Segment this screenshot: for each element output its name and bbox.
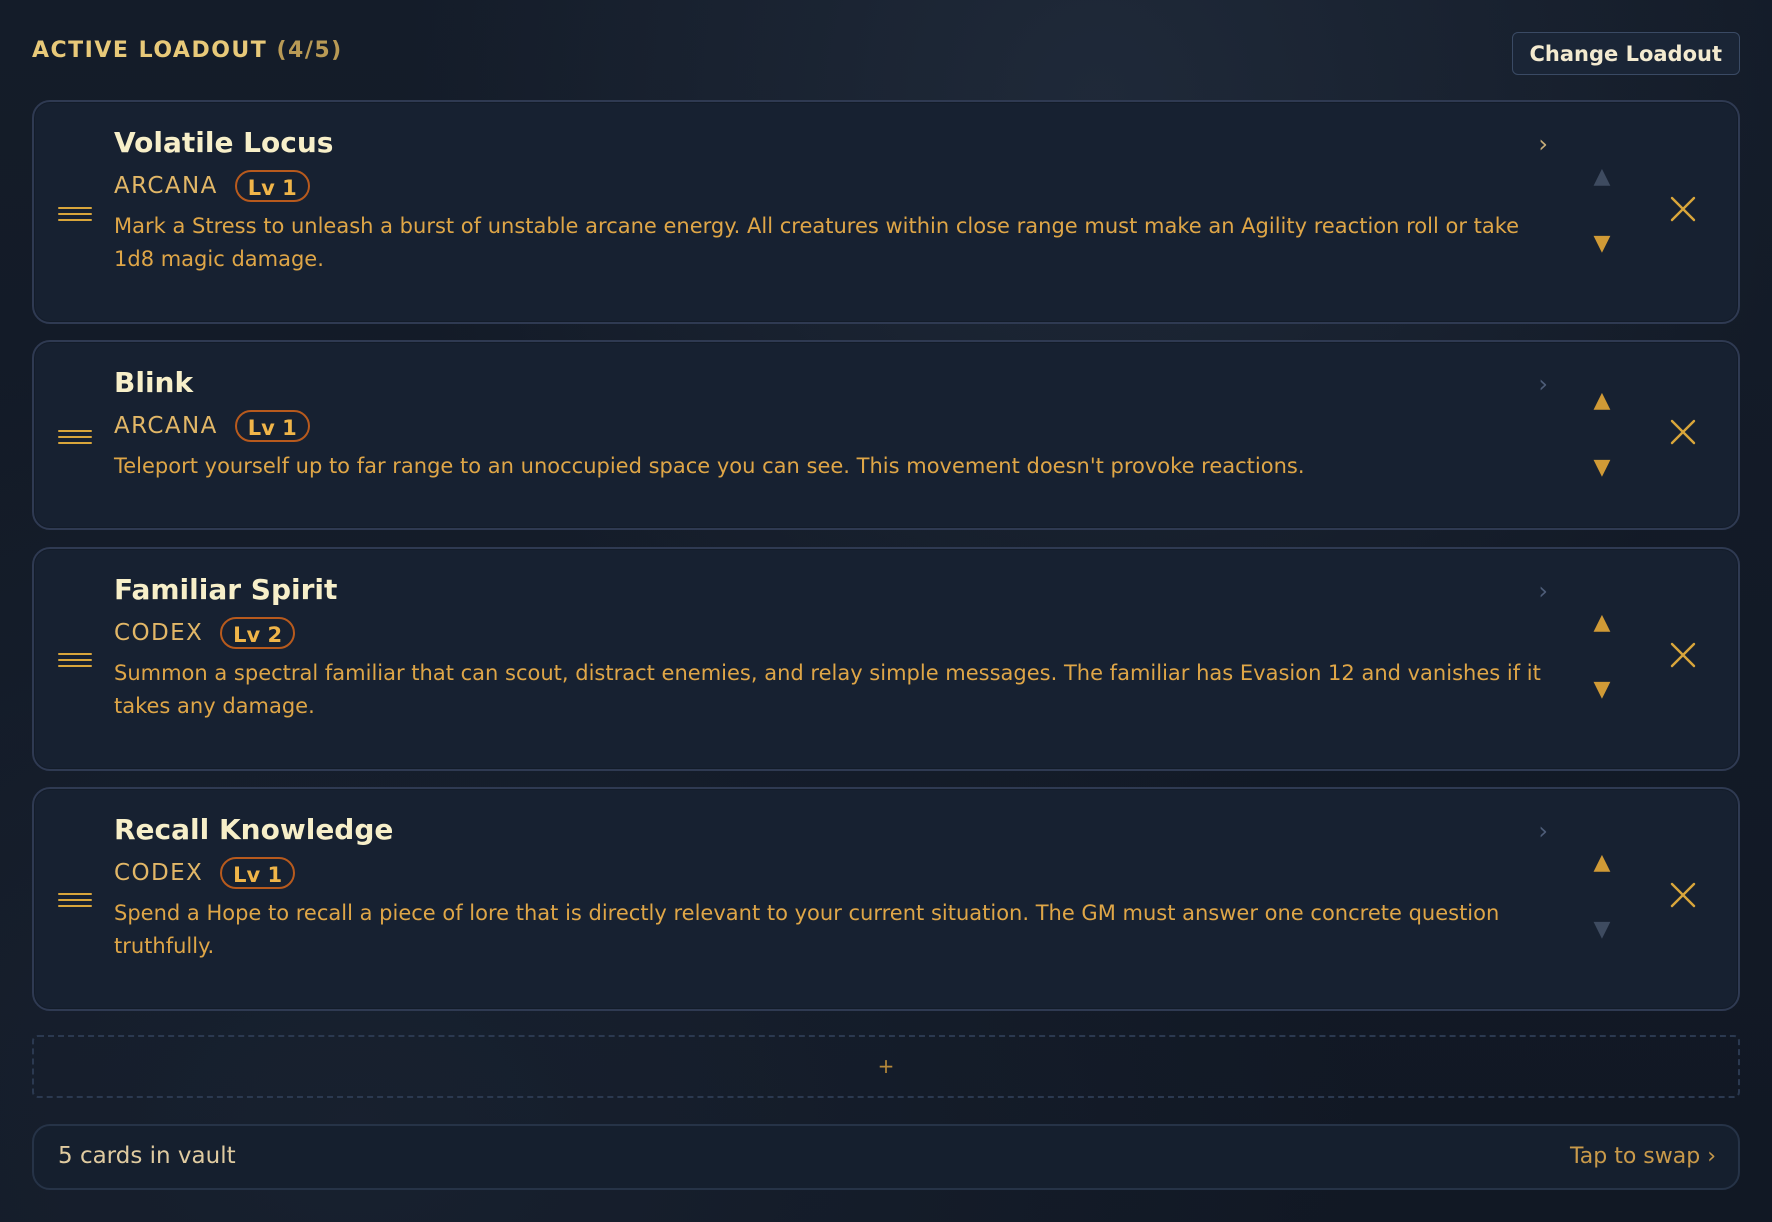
drag-handle-icon[interactable]: [58, 430, 92, 444]
loadout-title-label: ACTIVE LOADOUT: [32, 38, 268, 63]
card-meta: CODEX Lv 2: [114, 615, 1568, 651]
card-description: Mark a Stress to unleash a burst of unst…: [114, 214, 1520, 271]
card-domain: ARCANA: [114, 173, 218, 199]
chevron-right-icon[interactable]: ›: [1538, 577, 1548, 605]
loadout-title: ACTIVE LOADOUT (4/5): [32, 38, 343, 63]
move-down-icon[interactable]: ▼: [1590, 679, 1614, 701]
card-title: Blink: [114, 366, 194, 399]
card-content: Volatile Locus ARCANA Lv 1 Mark a Stress…: [114, 125, 1558, 276]
loadout-panel: ACTIVE LOADOUT (4/5) Change Loadout Vola…: [32, 0, 1740, 1190]
drag-handle-icon[interactable]: [58, 653, 92, 667]
drag-handle-icon[interactable]: [58, 207, 92, 221]
remove-card-icon[interactable]: [1668, 417, 1698, 447]
move-down-icon[interactable]: ▼: [1590, 233, 1614, 255]
chevron-right-icon[interactable]: ›: [1538, 130, 1548, 158]
loadout-card-blink[interactable]: Blink ARCANA Lv 1 Teleport yourself up t…: [32, 340, 1740, 530]
loadout-header: ACTIVE LOADOUT (4/5) Change Loadout: [32, 0, 1740, 106]
card-description: Teleport yourself up to far range to an …: [114, 454, 1305, 478]
card-domain: CODEX: [114, 620, 204, 646]
level-badge: Lv 1: [234, 170, 310, 202]
chevron-right-icon[interactable]: ›: [1538, 370, 1548, 398]
card-meta: ARCANA Lv 1: [114, 168, 1558, 204]
drag-handle-icon[interactable]: [58, 893, 92, 907]
card-meta: ARCANA Lv 1: [114, 408, 1558, 444]
card-content: Familiar Spirit CODEX Lv 2 Summon a spec…: [114, 572, 1568, 723]
loadout-card-volatile-locus[interactable]: Volatile Locus ARCANA Lv 1 Mark a Stress…: [32, 100, 1740, 324]
add-card-slot[interactable]: +: [32, 1035, 1740, 1098]
remove-card-icon[interactable]: [1668, 640, 1698, 670]
card-domain: CODEX: [114, 860, 204, 886]
remove-card-icon[interactable]: [1668, 194, 1698, 224]
move-down-icon[interactable]: ▼: [1590, 457, 1614, 479]
card-description: Summon a spectral familiar that can scou…: [114, 661, 1541, 718]
card-title: Recall Knowledge: [114, 813, 394, 846]
chevron-right-icon[interactable]: ›: [1538, 817, 1548, 845]
level-badge: Lv 1: [220, 857, 296, 889]
loadout-count: (4/5): [276, 38, 343, 63]
level-badge: Lv 1: [234, 410, 310, 442]
card-title: Volatile Locus: [114, 126, 334, 159]
vault-bar[interactable]: 5 cards in vault Tap to swap ›: [32, 1124, 1740, 1190]
card-description: Spend a Hope to recall a piece of lore t…: [114, 901, 1500, 958]
move-up-icon[interactable]: ▲: [1590, 852, 1614, 874]
card-content: Blink ARCANA Lv 1 Teleport yourself up t…: [114, 365, 1558, 483]
move-up-icon[interactable]: ▲: [1590, 612, 1614, 634]
vault-count: 5 cards in vault: [58, 1143, 236, 1169]
loadout-card-familiar-spirit[interactable]: Familiar Spirit CODEX Lv 2 Summon a spec…: [32, 547, 1740, 771]
card-title: Familiar Spirit: [114, 573, 338, 606]
card-meta: CODEX Lv 1: [114, 855, 1558, 891]
loadout-card-recall-knowledge[interactable]: Recall Knowledge CODEX Lv 1 Spend a Hope…: [32, 787, 1740, 1011]
card-domain: ARCANA: [114, 413, 218, 439]
level-badge: Lv 2: [220, 617, 296, 649]
tap-to-swap-link[interactable]: Tap to swap ›: [1570, 1144, 1716, 1169]
move-down-icon: ▼: [1593, 917, 1611, 942]
change-loadout-button[interactable]: Change Loadout: [1511, 32, 1740, 75]
remove-card-icon[interactable]: [1668, 880, 1698, 910]
card-content: Recall Knowledge CODEX Lv 1 Spend a Hope…: [114, 812, 1558, 963]
plus-icon: +: [877, 1054, 895, 1078]
move-up-icon[interactable]: ▲: [1590, 390, 1614, 412]
move-up-icon: ▲: [1593, 164, 1611, 189]
